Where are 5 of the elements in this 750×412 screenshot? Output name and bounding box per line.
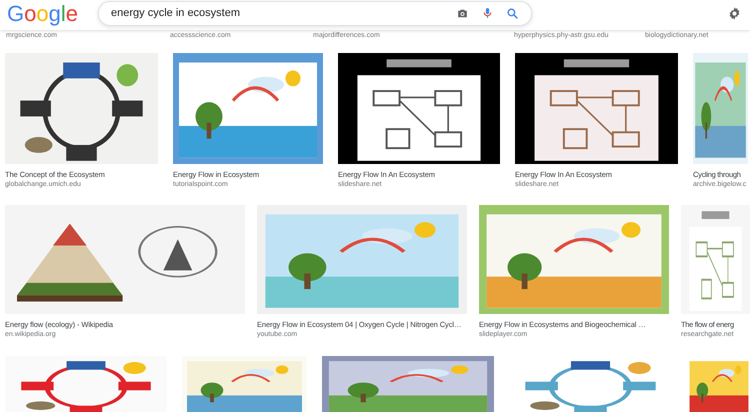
- search-field[interactable]: energy cycle in ecosystem: [98, 0, 532, 26]
- google-logo[interactable]: Google: [7, 0, 78, 28]
- search-icon[interactable]: [506, 6, 520, 20]
- settings-icon[interactable]: [727, 6, 742, 20]
- camera-icon[interactable]: [456, 6, 470, 20]
